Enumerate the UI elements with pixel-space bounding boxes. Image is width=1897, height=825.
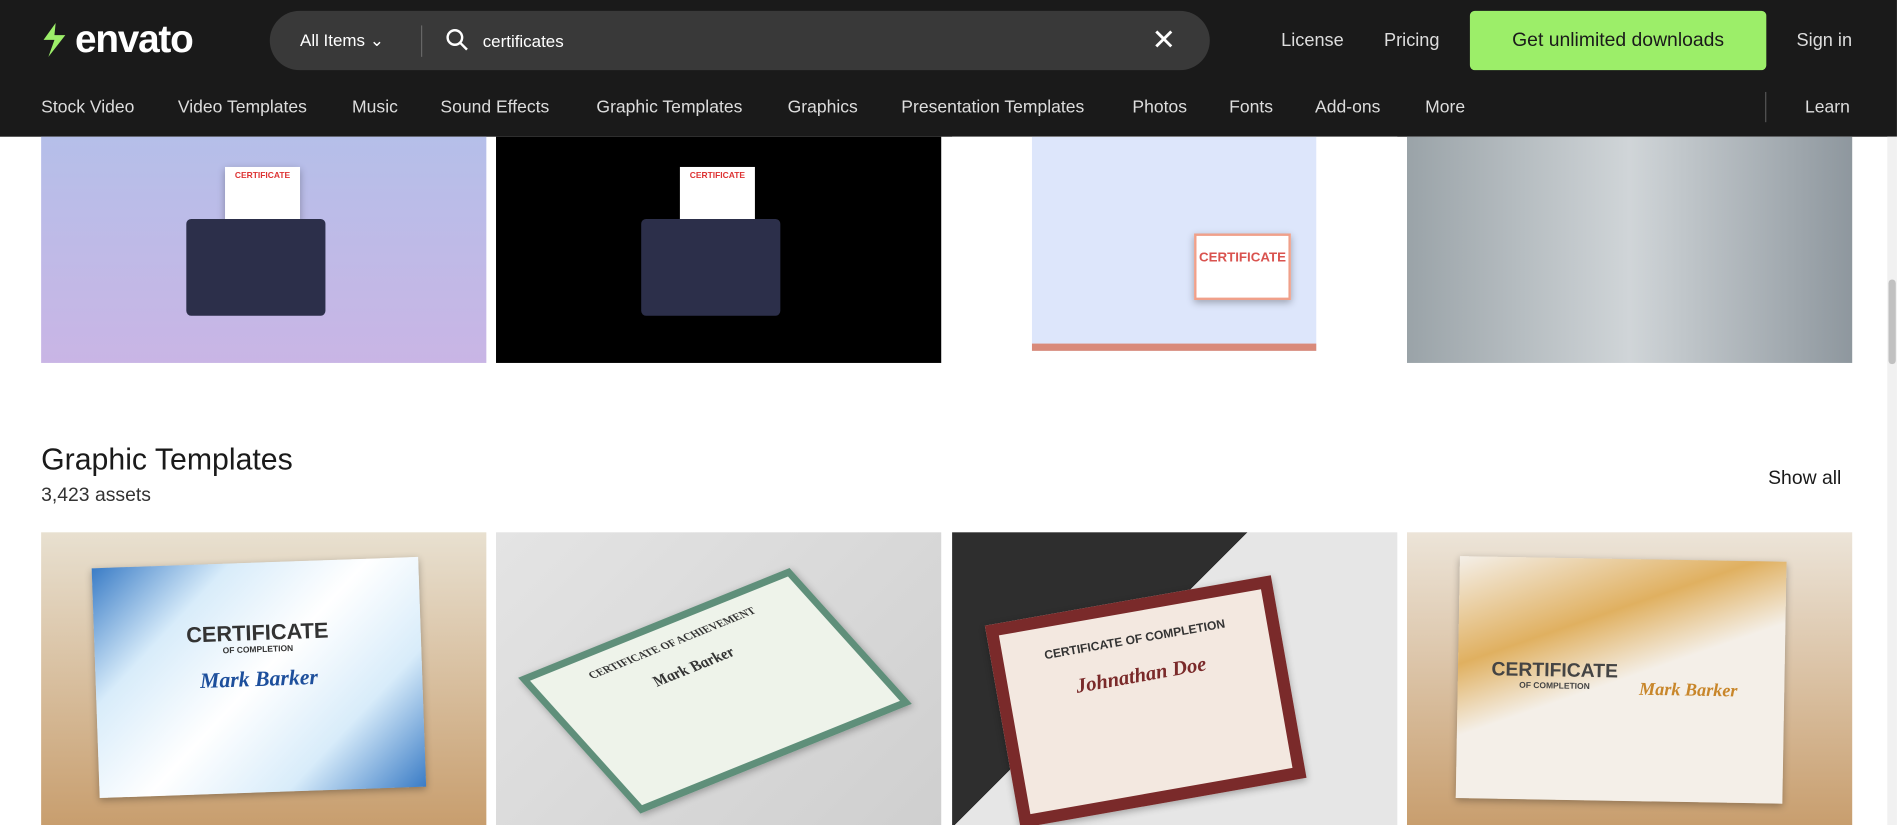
template-thumbnail[interactable]: CERTIFICATE OF ACHIEVEMENT Mark Barker <box>496 532 942 825</box>
get-unlimited-downloads-button[interactable]: Get unlimited downloads <box>1469 10 1767 71</box>
video-thumbnail[interactable]: CERTIFICATE <box>496 136 942 363</box>
divider <box>421 25 423 57</box>
nav-learn[interactable]: Learn <box>1805 98 1850 117</box>
search-icon <box>446 29 468 51</box>
scrollbar[interactable] <box>1887 136 1897 825</box>
clear-icon[interactable]: ✕ <box>1152 23 1176 58</box>
nav-photos[interactable]: Photos <box>1132 98 1187 117</box>
template-thumbnail[interactable]: CERTIFICATE OF COMPLETION Johnathan Doe <box>952 532 1398 825</box>
certificate-preview: CERTIFICATE OF ACHIEVEMENT Mark Barker <box>518 568 912 814</box>
photo-thumbnail[interactable] <box>1406 136 1853 363</box>
license-link[interactable]: License <box>1281 30 1344 51</box>
video-thumbnail[interactable]: CERTIFICATE <box>952 136 1398 363</box>
monitor-art <box>641 218 781 316</box>
show-all-link[interactable]: Show all <box>1768 468 1841 490</box>
leaf-icon <box>43 22 66 57</box>
certificate-art: CERTIFICATE <box>1194 233 1291 301</box>
template-thumbnail[interactable]: CERTIFICATE OF COMPLETION Mark Barker <box>1406 532 1853 825</box>
search-bar: All Items ⌄ certificates ✕ <box>269 10 1210 71</box>
certificate-preview: CERTIFICATE OF COMPLETION Johnathan Doe <box>984 575 1307 825</box>
header: envato All Items ⌄ certificates ✕ Licens… <box>0 0 1897 137</box>
sign-in-link[interactable]: Sign in <box>1797 30 1852 51</box>
category-select[interactable]: All Items ⌄ <box>300 30 384 51</box>
category-label: All Items <box>300 30 365 50</box>
envato-logo[interactable]: envato <box>39 16 194 62</box>
pricing-link[interactable]: Pricing <box>1384 30 1439 51</box>
nav-music[interactable]: Music <box>352 98 398 117</box>
nav-sound-effects[interactable]: Sound Effects <box>440 98 549 117</box>
nav-video-templates[interactable]: Video Templates <box>178 98 307 117</box>
certificate-preview: CERTIFICATE OF COMPLETION Mark Barker <box>91 556 427 799</box>
nav-graphics[interactable]: Graphics <box>788 98 858 117</box>
monitor-art <box>186 218 326 316</box>
nav-add-ons[interactable]: Add-ons <box>1315 98 1380 117</box>
template-thumbnail[interactable]: CERTIFICATE OF COMPLETION Mark Barker <box>41 532 487 825</box>
chevron-down-icon: ⌄ <box>369 30 384 50</box>
nav-presentation-templates[interactable]: Presentation Templates <box>901 98 1084 117</box>
nav-more[interactable]: More <box>1425 98 1465 117</box>
cert-name: Mark Barker <box>199 664 319 693</box>
search-input[interactable]: certificates <box>483 31 564 50</box>
nav-graphic-templates[interactable]: Graphic Templates <box>596 98 742 117</box>
video-thumbnail[interactable]: CERTIFICATE <box>41 136 487 363</box>
section-title: Graphic Templates <box>41 442 293 477</box>
asset-count: 3,423 assets <box>41 485 151 506</box>
logo-text: envato <box>75 16 194 61</box>
cert-name: Mark Barker <box>1638 680 1738 702</box>
nav-fonts[interactable]: Fonts <box>1229 98 1273 117</box>
certificate-preview: CERTIFICATE OF COMPLETION Mark Barker <box>1455 556 1787 804</box>
divider <box>1765 91 1767 123</box>
scrollbar-thumb[interactable] <box>1888 279 1896 365</box>
nav-stock-video[interactable]: Stock Video <box>41 98 134 117</box>
page: envato All Items ⌄ certificates ✕ Licens… <box>0 0 1897 825</box>
